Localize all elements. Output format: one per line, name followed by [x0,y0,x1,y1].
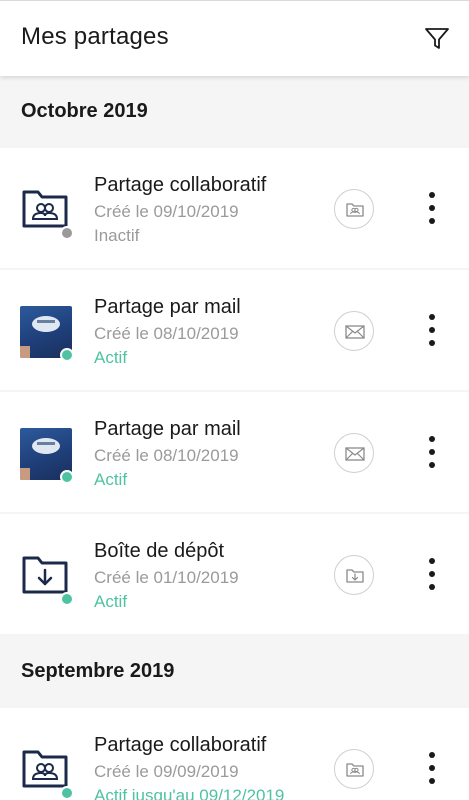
share-date: Créé le 08/10/2019 [94,324,239,343]
collab-type-button[interactable] [334,749,374,789]
share-name: Partage par mail [94,296,241,318]
dropbox-folder-icon [346,569,364,583]
mail-icon [345,325,365,339]
share-status: Actif [94,592,128,611]
section-header: Septembre 2019 [0,636,469,708]
share-list-item[interactable]: Partage par mail Créé le 08/10/2019 Acti… [0,392,469,512]
status-dot-active [60,470,74,484]
section-label: Septembre 2019 [21,660,175,682]
filter-icon[interactable] [424,26,450,52]
share-list-item[interactable]: Partage collaboratif Créé le 09/10/2019 … [0,148,469,268]
more-options-button[interactable] [420,434,444,470]
share-date: Créé le 09/09/2019 [94,762,239,781]
app-header: Mes partages [0,0,469,76]
section-header: Octobre 2019 [0,76,469,148]
share-date: Créé le 01/10/2019 [94,568,239,587]
mail-type-button[interactable] [334,311,374,351]
page-title: Mes partages [21,23,169,50]
collab-type-button[interactable] [334,189,374,229]
mail-icon [345,447,365,461]
share-name: Partage collaboratif [94,734,267,756]
section-label: Octobre 2019 [21,100,148,122]
share-date: Créé le 09/10/2019 [94,202,239,221]
more-options-button[interactable] [420,750,444,786]
collab-folder-icon [346,203,364,217]
share-status: Actif [94,470,128,489]
status-dot-inactive [60,226,74,240]
more-options-button[interactable] [420,556,444,592]
share-name: Partage par mail [94,418,241,440]
more-options-button[interactable] [420,190,444,226]
share-status: Inactif [94,226,140,245]
share-list-item[interactable]: Boîte de dépôt Créé le 01/10/2019 Actif [0,514,469,634]
share-name: Partage collaboratif [94,174,267,196]
status-dot-active [60,786,74,800]
status-dot-active [60,348,74,362]
share-date: Créé le 08/10/2019 [94,446,239,465]
share-status: Actif jusqu'au 09/12/2019 [94,786,285,800]
collab-folder-icon [346,763,364,777]
share-list-item[interactable]: Partage par mail Créé le 08/10/2019 Acti… [0,270,469,390]
share-status: Actif [94,348,128,367]
mail-type-button[interactable] [334,433,374,473]
more-options-button[interactable] [420,312,444,348]
status-dot-active [60,592,74,606]
dropbox-type-button[interactable] [334,555,374,595]
share-name: Boîte de dépôt [94,540,225,562]
share-list-item[interactable]: Partage collaboratif Créé le 09/09/2019 … [0,708,469,800]
